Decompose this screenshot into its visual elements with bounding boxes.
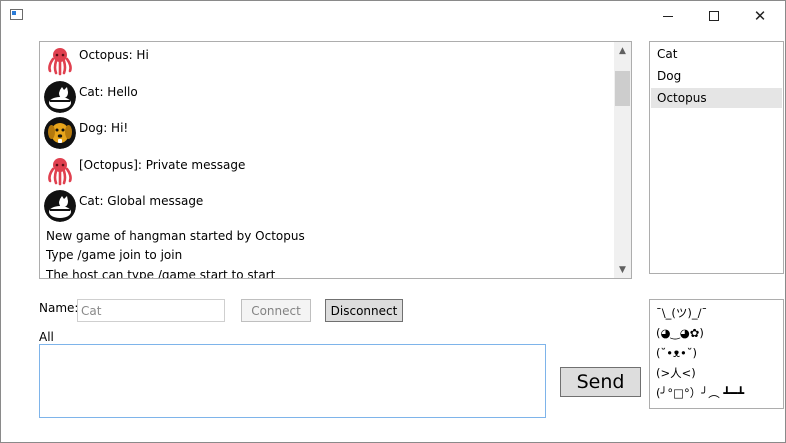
send-button[interactable]: Send: [560, 367, 641, 397]
minimize-icon: [663, 15, 673, 17]
message-input[interactable]: [39, 344, 546, 418]
scroll-down-arrow-icon[interactable]: ▼: [614, 261, 631, 278]
title-bar[interactable]: ✕: [1, 1, 785, 31]
user-list[interactable]: Cat Dog Octopus: [649, 41, 784, 274]
emoticon-item[interactable]: (◕‿◕✿): [650, 323, 783, 343]
dog-avatar: [44, 117, 76, 149]
close-icon: ✕: [753, 6, 767, 25]
chat-message-list: Octopus: Hi Cat: Hello Dog: Hi! [Octopus…: [44, 44, 612, 279]
system-message: The host can type /game start to start: [46, 267, 276, 279]
user-list-item-cat[interactable]: Cat: [651, 44, 782, 64]
chat-message-text: Cat: Hello: [79, 84, 138, 99]
cat-avatar: [44, 190, 76, 222]
emoticon-item[interactable]: ¯\_(ツ)_/¯: [650, 303, 783, 323]
cat-avatar: [44, 80, 76, 113]
chat-message: [Octopus]: Private message: [44, 153, 612, 191]
scrollbar-thumb[interactable]: [615, 71, 630, 106]
message-target-label: All: [39, 330, 54, 344]
emoticon-item[interactable]: (╯°□°）╯︵ ┻━┻: [650, 383, 783, 403]
scroll-up-arrow-icon[interactable]: ▲: [614, 42, 631, 59]
chat-message-text: [Octopus]: Private message: [79, 157, 246, 172]
chat-message: Octopus: Hi: [44, 44, 612, 81]
close-button[interactable]: ✕: [737, 1, 783, 31]
emoticon-list[interactable]: ¯\_(ツ)_/¯ (◕‿◕✿) (˘•ᴥ•˘) (>人<) (╯°□°）╯︵ …: [649, 299, 784, 409]
maximize-button[interactable]: [691, 1, 737, 31]
minimize-button[interactable]: [645, 1, 691, 31]
octopus-avatar: [44, 153, 76, 186]
emoticon-item[interactable]: (>人<): [650, 363, 783, 383]
chat-message: Cat: Hello: [44, 80, 612, 118]
connect-button[interactable]: Connect: [241, 299, 311, 322]
app-window-icon: [10, 9, 23, 20]
system-message: New game of hangman started by Octopus: [46, 228, 305, 243]
name-input[interactable]: [77, 299, 225, 322]
chat-message-text: Dog: Hi!: [79, 121, 129, 135]
system-message: Type /game join to join: [46, 248, 183, 262]
maximize-icon: [709, 11, 719, 21]
chat-message-text: Octopus: Hi: [79, 48, 149, 62]
emoticon-item[interactable]: (˘•ᴥ•˘): [650, 343, 783, 363]
chat-scrollbar[interactable]: ▲ ▼: [614, 42, 631, 278]
user-list-item-octopus[interactable]: Octopus: [651, 88, 782, 108]
octopus-avatar: [44, 44, 76, 76]
chat-message: Dog: Hi!: [44, 117, 612, 154]
name-label: Name:: [39, 301, 79, 315]
chat-log[interactable]: Octopus: Hi Cat: Hello Dog: Hi! [Octopus…: [39, 41, 632, 279]
chat-message: Cat: Global message: [44, 190, 612, 227]
disconnect-button[interactable]: Disconnect: [325, 299, 403, 322]
chat-message-text: Cat: Global message: [79, 194, 204, 208]
user-list-item-dog[interactable]: Dog: [651, 66, 782, 86]
